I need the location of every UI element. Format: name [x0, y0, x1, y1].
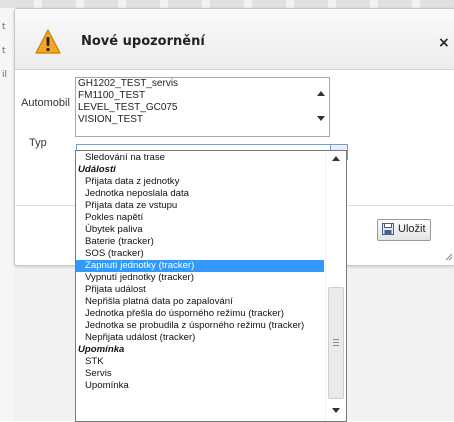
scroll-down-icon[interactable] — [317, 116, 325, 121]
dropdown-option[interactable]: Pokles napětí — [76, 212, 324, 224]
scrollbar-thumb[interactable] — [328, 287, 344, 399]
vehicle-label: Automobil — [21, 97, 70, 109]
listbox-scrollbar[interactable] — [313, 78, 329, 136]
type-dropdown-list[interactable]: Sledování na trase Události Přijata data… — [75, 150, 347, 422]
dropdown-option[interactable]: Přijata data z jednotky — [76, 176, 324, 188]
dropdown-option[interactable]: Baterie (tracker) — [76, 236, 324, 248]
dropdown-scrollbar[interactable] — [325, 151, 346, 421]
dropdown-option[interactable]: Upomínka — [76, 380, 324, 392]
save-button[interactable]: Uložit — [377, 219, 431, 241]
background-letter: il — [2, 70, 8, 80]
scroll-up-icon[interactable] — [317, 91, 325, 96]
dropdown-option[interactable]: Jednotka se probudila z úsporného režimu… — [76, 320, 324, 332]
dropdown-option[interactable]: Vypnutí jednotky (tracker) — [76, 272, 324, 284]
dropdown-option[interactable]: Sledování na trase — [76, 152, 324, 164]
dropdown-group-header: Události — [78, 164, 116, 175]
dropdown-option[interactable]: Úbytek paliva — [76, 224, 324, 236]
dropdown-group-header: Upomínka — [78, 344, 125, 355]
dropdown-option[interactable]: Jednotka neposlala data — [76, 188, 324, 200]
floppy-disk-icon — [382, 223, 394, 235]
type-label: Typ — [29, 137, 47, 149]
list-item[interactable]: LEVEL_TEST_GC075 — [76, 102, 329, 114]
close-icon[interactable]: × — [438, 35, 450, 51]
vehicle-listbox[interactable]: GH1202_TEST_servis FM1100_TEST LEVEL_TES… — [75, 77, 330, 137]
dropdown-option-selected[interactable]: Zapnutí jednotky (tracker) — [76, 260, 324, 272]
list-item[interactable]: VISION_TEST — [76, 114, 329, 126]
scroll-up-icon[interactable] — [332, 156, 340, 161]
scroll-down-icon[interactable] — [332, 408, 340, 413]
dropdown-option[interactable]: SOS (tracker) — [76, 248, 324, 260]
dialog-title: Nové upozornění — [81, 34, 205, 49]
background-tab-strip — [0, 0, 454, 8]
background-left-column: t t il — [0, 8, 14, 421]
background-letter: t — [2, 22, 6, 32]
save-button-label: Uložit — [398, 223, 426, 235]
dropdown-option[interactable]: Přijata data ze vstupu — [76, 200, 324, 212]
dropdown-option[interactable]: Nepřišla platná data po zapalování — [76, 296, 324, 308]
background-letter: t — [2, 46, 6, 56]
list-item[interactable]: GH1202_TEST_servis — [76, 78, 329, 90]
warning-icon — [35, 29, 61, 54]
dialog-header: Nové upozornění × — [15, 9, 454, 70]
dropdown-option[interactable]: Nepřijata událost (tracker) — [76, 332, 324, 344]
resize-grip-icon[interactable] — [445, 253, 453, 261]
dropdown-option[interactable]: Přijata událost — [76, 284, 324, 296]
dropdown-option[interactable]: STK — [76, 356, 324, 368]
dropdown-option[interactable]: Servis — [76, 368, 324, 380]
dropdown-option[interactable]: Jednotka přešla do úsporného režimu (tra… — [76, 308, 324, 320]
list-item[interactable]: FM1100_TEST — [76, 90, 329, 102]
